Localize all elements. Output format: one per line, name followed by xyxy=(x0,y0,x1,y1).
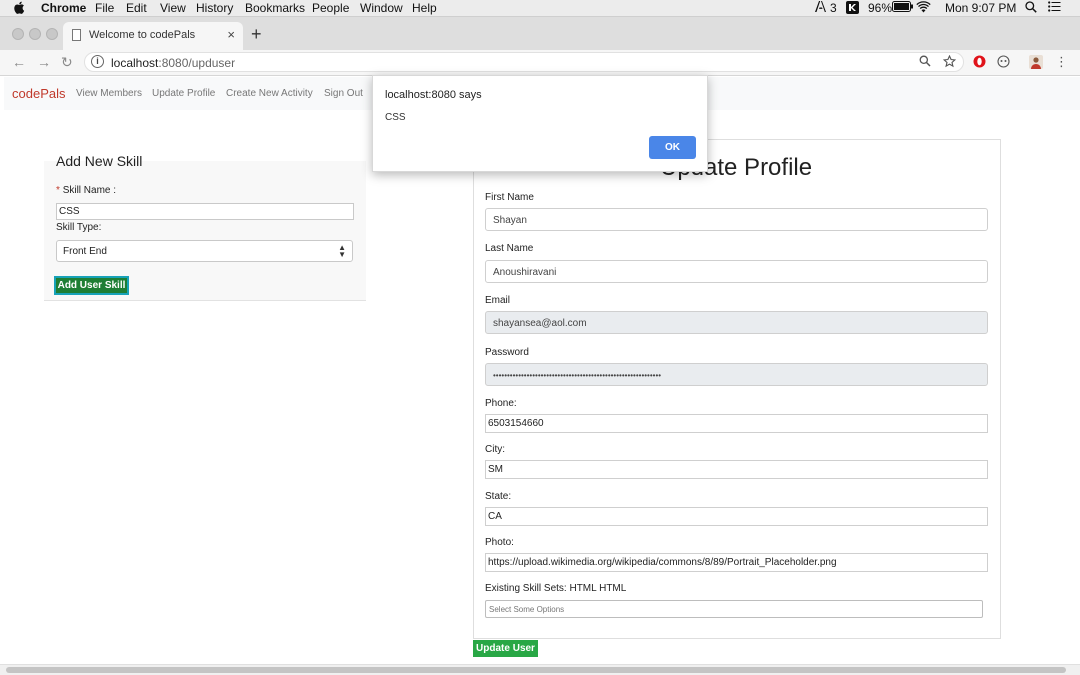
page-document-icon xyxy=(72,29,81,41)
skill-name-label-text: Skill Name : xyxy=(62,185,117,196)
add-user-skill-button[interactable]: Add User Skill xyxy=(54,276,129,295)
spotlight-search-icon[interactable] xyxy=(1025,1,1037,17)
alert-ok-button[interactable]: OK xyxy=(649,136,696,159)
scrollbar-thumb[interactable] xyxy=(6,667,1066,673)
email-input: shayansea@aol.com xyxy=(485,311,988,334)
alert-dialog: localhost:8080 says CSS OK xyxy=(372,75,708,172)
nav-create-new-activity[interactable]: Create New Activity xyxy=(226,88,313,99)
window-close-button[interactable] xyxy=(12,28,24,40)
password-input: ••••••••••••••••••••••••••••••••••••••••… xyxy=(485,363,988,386)
zoom-search-icon[interactable] xyxy=(919,55,931,70)
extension-globe-icon[interactable] xyxy=(997,55,1010,71)
skill-type-select[interactable]: Front End ▲ ▼ xyxy=(56,240,353,262)
site-info-icon[interactable]: i xyxy=(91,55,104,68)
required-mark: * xyxy=(56,185,60,196)
apple-icon[interactable] xyxy=(14,1,25,18)
alert-title: localhost:8080 says xyxy=(385,89,482,101)
nav-update-profile[interactable]: Update Profile xyxy=(152,88,215,99)
macos-menu-bar: Chrome File Edit View History Bookmarks … xyxy=(0,0,1080,17)
add-skill-title: Add New Skill xyxy=(56,153,143,169)
state-label: State: xyxy=(485,491,512,502)
state-input[interactable]: CA xyxy=(485,507,988,526)
menu-history[interactable]: History xyxy=(196,1,233,16)
skill-name-label: * Skill Name : xyxy=(56,185,116,196)
menu-bookmarks[interactable]: Bookmarks xyxy=(245,1,305,16)
url-host: localhost xyxy=(111,56,159,70)
adobe-icon[interactable] xyxy=(815,1,826,16)
back-button[interactable]: ← xyxy=(12,54,26,70)
phone-input[interactable]: 6503154660 xyxy=(485,414,988,433)
skill-name-input[interactable]: CSS xyxy=(56,203,354,220)
first-name-input[interactable]: Shayan xyxy=(485,208,988,231)
forward-button[interactable]: → xyxy=(37,54,51,70)
skill-type-label: Skill Type: xyxy=(56,222,102,233)
menu-app-chrome[interactable]: Chrome xyxy=(41,1,86,16)
menubar-clock[interactable]: Mon 9:07 PM xyxy=(945,1,1016,16)
brand-logo[interactable]: codePals xyxy=(12,86,65,101)
skill-type-value: Front End xyxy=(63,246,107,257)
profile-avatar-icon[interactable] xyxy=(1029,55,1043,72)
password-label: Password xyxy=(485,347,529,358)
nav-view-members[interactable]: View Members xyxy=(76,88,142,99)
menu-view[interactable]: View xyxy=(160,1,186,16)
photo-url-input[interactable]: https://upload.wikimedia.org/wikipedia/c… xyxy=(485,553,988,572)
battery-icon[interactable] xyxy=(892,1,914,16)
browser-menu-icon[interactable]: ⋮ xyxy=(1055,55,1068,69)
battery-percent: 96% xyxy=(868,1,893,15)
url-path: :8080/upduser xyxy=(158,56,236,70)
tab-title: Welcome to codePals xyxy=(89,29,196,41)
menu-edit[interactable]: Edit xyxy=(126,1,147,16)
menu-window[interactable]: Window xyxy=(360,1,403,16)
horizontal-scrollbar[interactable] xyxy=(0,664,1080,675)
update-user-button[interactable]: Update User xyxy=(473,640,538,657)
reload-button[interactable]: ↻ xyxy=(61,54,73,71)
alert-message: CSS xyxy=(385,112,406,123)
notification-app-icon[interactable] xyxy=(846,1,859,18)
skills-multiselect[interactable]: Select Some Options xyxy=(485,600,983,618)
window-zoom-button[interactable] xyxy=(46,28,58,40)
photo-label: Photo: xyxy=(485,537,514,548)
wifi-icon[interactable] xyxy=(916,1,931,17)
menu-help[interactable]: Help xyxy=(412,1,437,16)
window-minimize-button[interactable] xyxy=(29,28,41,40)
nav-sign-out[interactable]: Sign Out xyxy=(324,88,363,99)
phone-label: Phone: xyxy=(485,398,517,409)
address-url[interactable]: localhost:8080/upduser xyxy=(111,56,235,70)
adobe-count: 3 xyxy=(830,1,837,15)
first-name-label: First Name xyxy=(485,192,534,203)
menu-people[interactable]: People xyxy=(312,1,349,16)
opera-extension-icon[interactable] xyxy=(973,55,986,71)
last-name-input[interactable]: Anoushiravani xyxy=(485,260,988,283)
tab-close-icon[interactable]: × xyxy=(227,27,235,42)
menu-file[interactable]: File xyxy=(95,1,114,16)
notification-center-icon[interactable] xyxy=(1048,1,1061,16)
city-input[interactable]: SM xyxy=(485,460,988,479)
existing-skills-label: Existing Skill Sets: HTML HTML xyxy=(485,583,627,594)
address-bar[interactable]: i localhost:8080/upduser xyxy=(84,52,964,72)
last-name-label: Last Name xyxy=(485,243,534,254)
bookmark-star-icon[interactable] xyxy=(942,54,957,71)
new-tab-button[interactable]: + xyxy=(251,24,262,45)
city-label: City: xyxy=(485,444,505,455)
select-arrows-icon: ▲ ▼ xyxy=(338,243,346,259)
email-label: Email xyxy=(485,295,511,306)
browser-tab[interactable]: Welcome to codePals × xyxy=(63,22,243,50)
